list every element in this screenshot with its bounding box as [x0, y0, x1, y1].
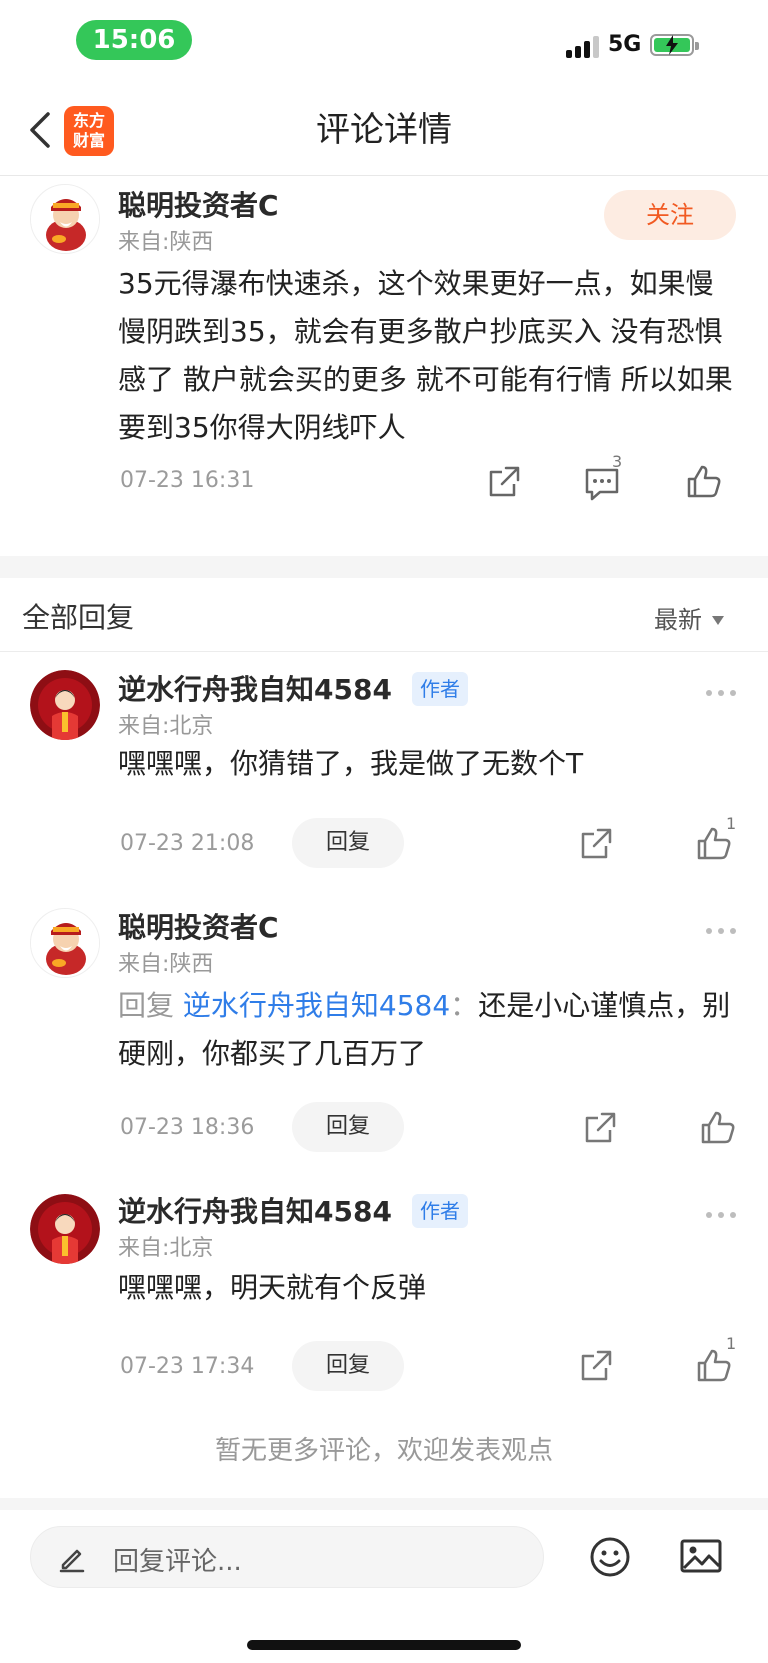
- section-divider: [0, 556, 768, 578]
- emoji-icon[interactable]: [588, 1535, 632, 1579]
- sort-dropdown[interactable]: 最新: [654, 600, 724, 635]
- location: 来自:陕西: [118, 230, 214, 255]
- timestamp: 07-23 18:36: [120, 1115, 255, 1140]
- like-count: 1: [726, 1334, 737, 1353]
- status-bar: 15:06 5G: [0, 0, 768, 84]
- reply-item: 逆水行舟我自知4584 作者 来自:北京 嘿嘿嘿，明天就有个反弹 07-23 1…: [0, 1176, 768, 1406]
- reply-text: 嘿嘿嘿，明天就有个反弹: [118, 1271, 427, 1304]
- reply-button[interactable]: 回复: [292, 818, 404, 868]
- avatar[interactable]: [30, 184, 100, 254]
- avatar-image: [31, 909, 99, 977]
- bottom-bar: 回复评论...: [0, 1510, 768, 1663]
- username[interactable]: 聪明投资者C: [118, 906, 279, 946]
- comment-count: 3: [612, 452, 623, 471]
- reply-body: 嘿嘿嘿，你猜错了，我是做了无数个T: [118, 740, 738, 788]
- more-options-icon[interactable]: [706, 1212, 738, 1222]
- app-logo[interactable]: 东方 财富: [64, 106, 114, 156]
- avatar-image: [30, 1194, 100, 1264]
- avatar-image: [30, 670, 100, 740]
- author-tag: 作者: [412, 672, 468, 706]
- more-options-icon[interactable]: [706, 928, 738, 938]
- replies-title: 全部回复: [22, 601, 135, 634]
- username[interactable]: 逆水行舟我自知4584: [118, 1190, 392, 1230]
- follow-button[interactable]: 关注: [604, 190, 736, 240]
- username[interactable]: 聪明投资者C: [118, 184, 279, 224]
- caret-down-icon: [712, 616, 724, 625]
- timestamp: 07-23 21:08: [120, 831, 255, 856]
- section-divider: [0, 1498, 768, 1510]
- battery-icon: [650, 34, 699, 56]
- reply-input-placeholder: 回复评论...: [113, 1547, 242, 1577]
- reply-item: 逆水行舟我自知4584 作者 来自:北京 嘿嘿嘿，你猜错了，我是做了无数个T 0…: [0, 652, 768, 882]
- reply-item: 聪明投资者C 来自:陕西 回复 逆水行舟我自知4584：还是小心谨慎点，别硬刚，…: [0, 892, 768, 1164]
- home-indicator: [247, 1640, 521, 1650]
- replies-header: 全部回复 最新: [0, 578, 768, 652]
- avatar[interactable]: [30, 908, 100, 978]
- network-label: 5G: [608, 32, 642, 57]
- like-icon[interactable]: [684, 462, 724, 502]
- avatar[interactable]: [30, 670, 100, 740]
- reply-input[interactable]: 回复评论...: [30, 1526, 544, 1588]
- reply-button[interactable]: 回复: [292, 1341, 404, 1391]
- like-count: 1: [726, 814, 737, 833]
- share-icon[interactable]: [576, 824, 616, 864]
- reply-button[interactable]: 回复: [292, 1102, 404, 1152]
- reply-separator: ：: [450, 989, 479, 1022]
- chevron-left-icon: [30, 112, 50, 148]
- share-icon[interactable]: [580, 1108, 620, 1148]
- nav-bar: 评论详情 东方 财富: [0, 84, 768, 176]
- sort-label: 最新: [654, 606, 702, 634]
- share-icon[interactable]: [484, 462, 524, 502]
- status-time: 15:06: [76, 20, 192, 60]
- signal-icon: [566, 34, 602, 58]
- username[interactable]: 逆水行舟我自知4584: [118, 668, 392, 708]
- timestamp: 07-23 16:31: [120, 468, 255, 493]
- reply-target-link[interactable]: 逆水行舟我自知4584: [183, 989, 450, 1022]
- pen-icon: [59, 1549, 85, 1573]
- page-title: 评论详情: [316, 110, 452, 150]
- location: 来自:陕西: [118, 952, 214, 977]
- timestamp: 07-23 17:34: [120, 1354, 255, 1379]
- like-icon[interactable]: [698, 1108, 738, 1148]
- reply-prefix: 回复: [118, 989, 183, 1022]
- main-comment: 聪明投资者C 来自:陕西 关注 35元得瀑布快速杀，这个效果更好一点，如果慢慢阴…: [0, 178, 768, 556]
- location: 来自:北京: [118, 714, 214, 739]
- author-tag: 作者: [412, 1194, 468, 1228]
- comment-body: 35元得瀑布快速杀，这个效果更好一点，如果慢慢阴跌到35，就会有更多散户抄底买入…: [118, 267, 733, 444]
- avatar-image: [31, 185, 99, 253]
- back-button[interactable]: [24, 106, 60, 154]
- share-icon[interactable]: [576, 1346, 616, 1386]
- location: 来自:北京: [118, 1236, 214, 1261]
- more-options-icon[interactable]: [706, 690, 738, 700]
- reply-body: 嘿嘿嘿，明天就有个反弹: [118, 1264, 738, 1312]
- reply-body: 回复 逆水行舟我自知4584：还是小心谨慎点，别硬刚，你都买了几百万了: [118, 982, 738, 1078]
- no-more-comments: 暂无更多评论，欢迎发表观点: [214, 1436, 553, 1466]
- image-icon[interactable]: [678, 1536, 724, 1576]
- avatar[interactable]: [30, 1194, 100, 1264]
- reply-text: 嘿嘿嘿，你猜错了，我是做了无数个T: [118, 747, 584, 780]
